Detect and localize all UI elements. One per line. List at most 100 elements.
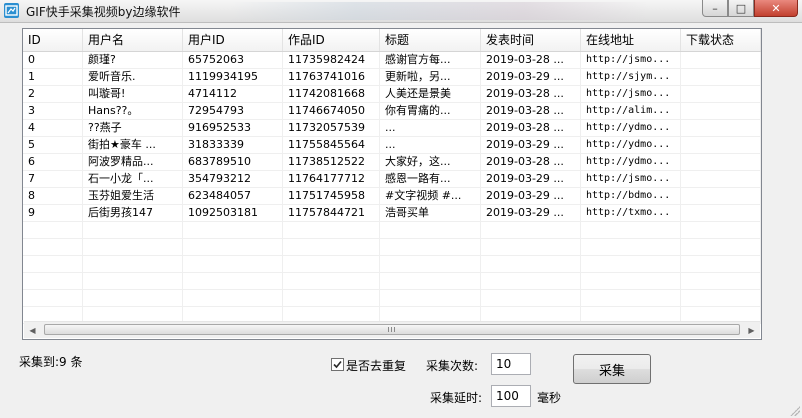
collect-button[interactable]: 采集	[573, 354, 651, 384]
empty-cell	[581, 222, 681, 238]
table-cell: 916952533	[183, 120, 283, 136]
table-cell: 9	[23, 205, 83, 221]
table-cell: ...	[380, 137, 481, 153]
collect-count-input[interactable]	[491, 353, 531, 375]
table-row[interactable]: 9 后街男孩147 1092503181 11757844721 浩哥买单 2019-03…	[23, 205, 761, 222]
table-row[interactable]: 8 玉芬姐爱生活 623484057 11751745958 #文字视频 #... 201…	[23, 188, 761, 205]
empty-cell	[283, 273, 380, 289]
table-cell: 后街男孩147	[83, 205, 183, 221]
collect-delay-label: 采集延时:	[430, 391, 483, 405]
column-header[interactable]: 发表时间	[481, 29, 581, 51]
empty-cell	[283, 222, 380, 238]
table-row[interactable]: 5 街拍★豪车 ... 31833339 11755845564... 2019-03-…	[23, 137, 761, 154]
column-header[interactable]: 用户名	[83, 29, 183, 51]
empty-cell	[380, 256, 481, 272]
table-cell	[681, 52, 761, 68]
empty-cell	[481, 256, 581, 272]
empty-cell	[380, 290, 481, 306]
column-header[interactable]: 作品ID	[283, 29, 380, 51]
table-cell: 11738512522	[283, 154, 380, 170]
empty-row	[23, 222, 761, 239]
collected-count-label: 采集到:9 条	[19, 355, 83, 369]
empty-cell	[83, 256, 183, 272]
table-cell: 683789510	[183, 154, 283, 170]
table-cell: 1092503181	[183, 205, 283, 221]
empty-cell	[581, 290, 681, 306]
table-cell: 11735982424	[283, 52, 380, 68]
empty-row	[23, 273, 761, 290]
table-row[interactable]: 7 石一小龙「... 354793212 11764177712 感恩一路有... 201…	[23, 171, 761, 188]
empty-cell	[283, 239, 380, 255]
table-cell: 2019-03-29 ...	[481, 137, 581, 153]
table-row[interactable]: 0 颜瑾? 65752063 11735982424 感谢官方每... 2019-03-2…	[23, 52, 761, 69]
column-header[interactable]: ID	[23, 29, 83, 51]
empty-cell	[481, 273, 581, 289]
table-cell: 人美还是景美	[380, 86, 481, 102]
table-cell: http://sjym...	[581, 69, 681, 85]
empty-row	[23, 256, 761, 273]
table-cell: 2019-03-28 ...	[481, 52, 581, 68]
scroll-left-icon[interactable]: ◀	[24, 322, 41, 338]
table-row[interactable]: 4 ??燕子 916952533 11732057539... 2019-03-28 .…	[23, 120, 761, 137]
dedupe-label[interactable]: 是否去重复	[346, 357, 406, 374]
table-cell: 大家好，这...	[380, 154, 481, 170]
scroll-right-icon[interactable]: ▶	[743, 322, 760, 338]
minimize-button[interactable]: –	[702, 0, 728, 17]
table-cell	[681, 86, 761, 102]
scrollbar-grip-icon	[388, 327, 396, 332]
table-cell: 11755845564	[283, 137, 380, 153]
table-cell: 感恩一路有...	[380, 171, 481, 187]
table-cell	[681, 205, 761, 221]
table-cell: 354793212	[183, 171, 283, 187]
table-cell: 玉芬姐爱生活	[83, 188, 183, 204]
empty-cell	[581, 239, 681, 255]
table-cell: 11751745958	[283, 188, 380, 204]
title-bar[interactable]: GIF快手采集视频by边缘软件 – □ ✕	[0, 0, 802, 23]
table-cell: 2019-03-28 ...	[481, 120, 581, 136]
table-cell: 浩哥买单	[380, 205, 481, 221]
table-cell: http://jsmo...	[581, 52, 681, 68]
table-row[interactable]: 6 阿波罗精品... 683789510 11738512522 大家好，这... 201…	[23, 154, 761, 171]
empty-cell	[183, 256, 283, 272]
dedupe-checkbox[interactable]	[331, 358, 344, 371]
table-cell: 你有胃痛的...	[380, 103, 481, 119]
scrollbar-thumb[interactable]	[44, 324, 740, 335]
table-cell: 2	[23, 86, 83, 102]
empty-cell	[481, 222, 581, 238]
window-client-area: ID 用户名 用户ID 作品ID 标题 发表时间 在线地址 下载状态 0 颜瑾? 65752063…	[0, 23, 802, 418]
table-cell: 31833339	[183, 137, 283, 153]
table-cell: http://ydmo...	[581, 120, 681, 136]
table-cell	[681, 103, 761, 119]
window-controls: – □ ✕	[702, 0, 798, 18]
column-header[interactable]: 用户ID	[183, 29, 283, 51]
table-row[interactable]: 1 爱听音乐. 1119934195 11763741016 更新啦，另... 2019-…	[23, 69, 761, 86]
resize-grip-icon[interactable]	[790, 406, 800, 416]
window-title: GIF快手采集视频by边缘软件	[26, 5, 181, 19]
table-cell: ...	[380, 120, 481, 136]
table-cell: 11746674050	[283, 103, 380, 119]
close-button[interactable]: ✕	[754, 0, 798, 17]
table-cell: 65752063	[183, 52, 283, 68]
results-listview[interactable]: ID 用户名 用户ID 作品ID 标题 发表时间 在线地址 下载状态 0 颜瑾? 65752063…	[22, 28, 762, 340]
table-row[interactable]: 3 Hans??。 72954793 11746674050 你有胃痛的... 2019-…	[23, 103, 761, 120]
listview-header: ID 用户名 用户ID 作品ID 标题 发表时间 在线地址 下载状态	[23, 29, 761, 52]
table-cell: 2019-03-28 ...	[481, 103, 581, 119]
table-cell: 11757844721	[283, 205, 380, 221]
horizontal-scrollbar[interactable]: ◀ ▶	[24, 321, 760, 338]
table-row[interactable]: 2 叫璇哥! 4714112 11742081668 人美还是景美 2019-03-28 …	[23, 86, 761, 103]
table-cell: 2019-03-29 ...	[481, 188, 581, 204]
table-cell: http://jsmo...	[581, 86, 681, 102]
empty-cell	[23, 290, 83, 306]
column-header[interactable]: 下载状态	[681, 29, 761, 51]
empty-cell	[581, 273, 681, 289]
column-header[interactable]: 在线地址	[581, 29, 681, 51]
table-cell: 8	[23, 188, 83, 204]
maximize-button[interactable]: □	[728, 0, 754, 17]
empty-cell	[283, 290, 380, 306]
collect-count-label: 采集次数:	[426, 359, 479, 373]
table-cell: http://jsmo...	[581, 171, 681, 187]
table-cell: ??燕子	[83, 120, 183, 136]
collect-delay-input[interactable]	[491, 385, 531, 407]
column-header[interactable]: 标题	[380, 29, 481, 51]
table-cell: 2019-03-28 ...	[481, 86, 581, 102]
